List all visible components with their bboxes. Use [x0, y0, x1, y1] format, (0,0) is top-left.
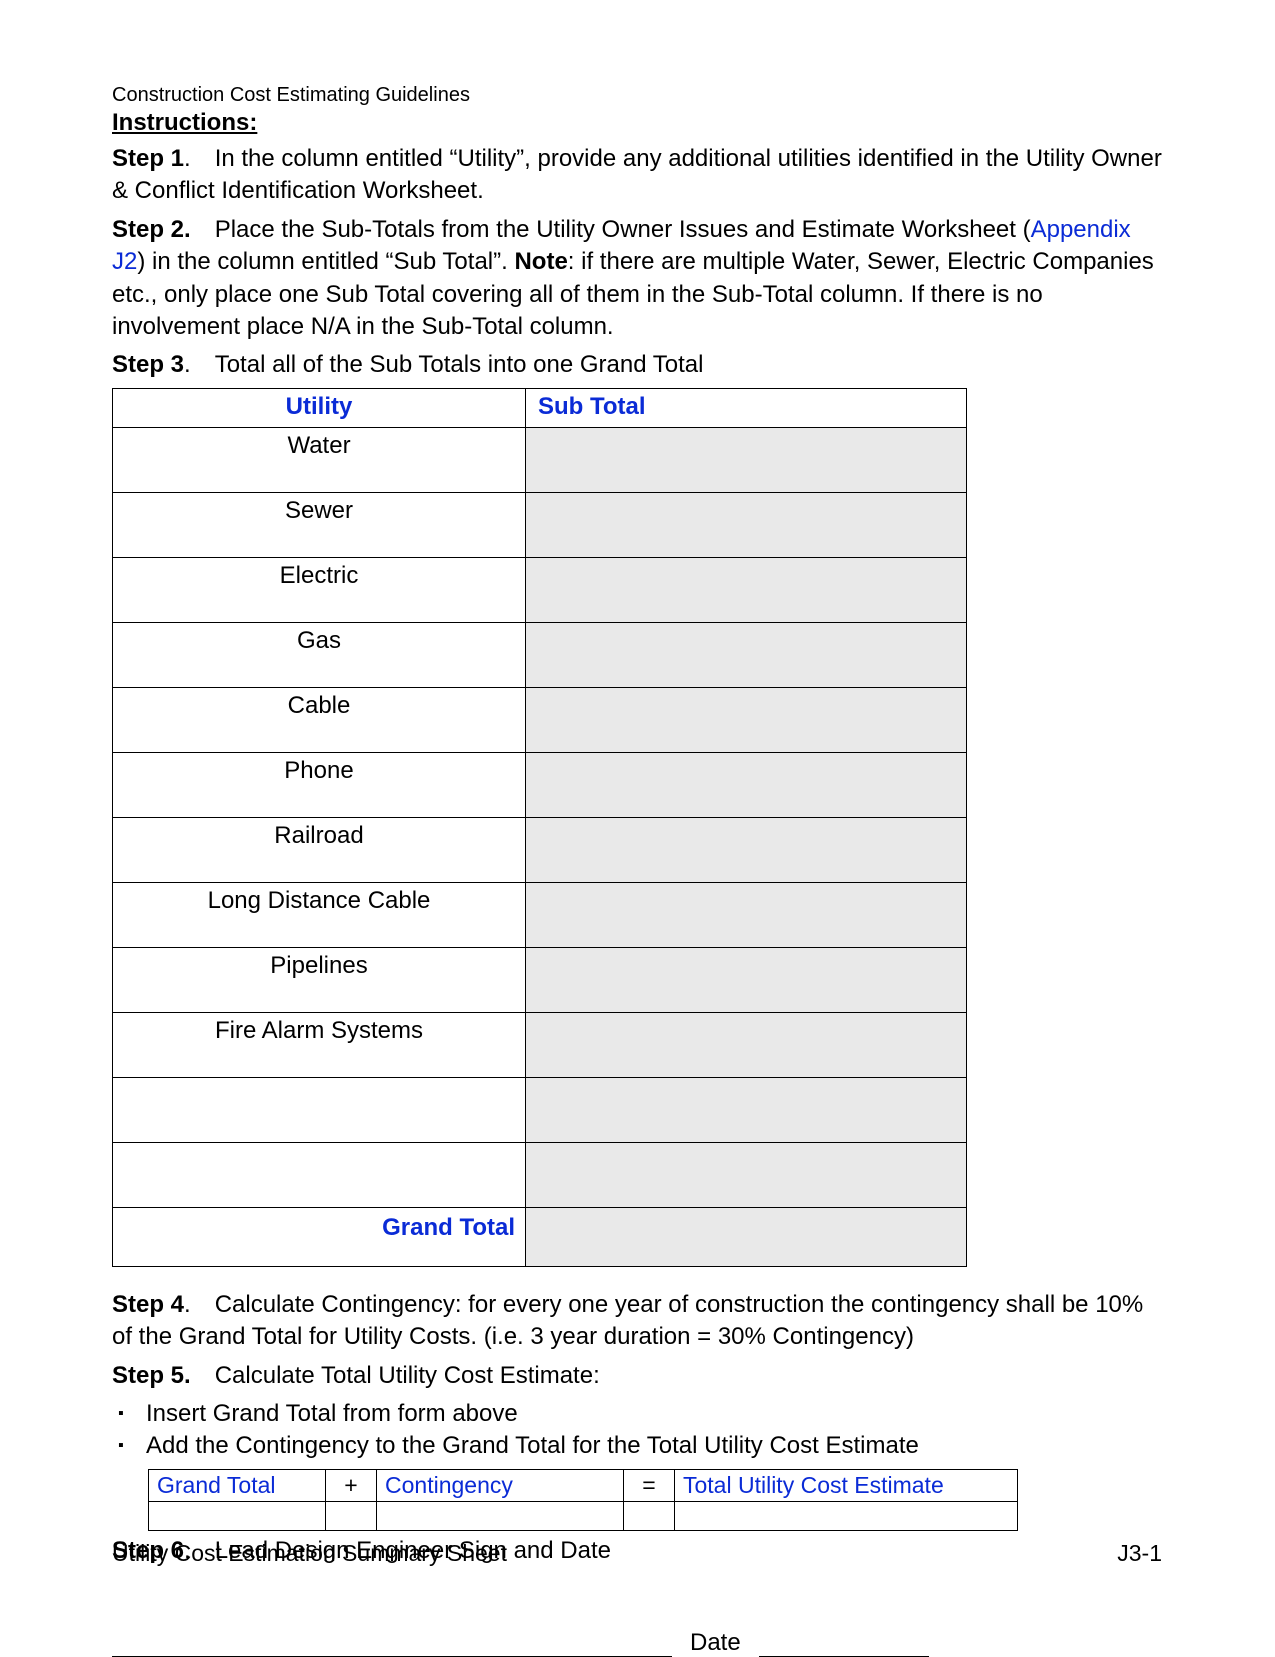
blank-cell — [624, 1501, 675, 1530]
signature-row: Date — [112, 1629, 1162, 1657]
subtotal-cell[interactable] — [526, 752, 967, 817]
step-5-label: Step 5. — [112, 1362, 191, 1389]
step-1-text: . In the column entitled “Utility”, prov… — [112, 145, 1162, 204]
step-2-label: Step 2. — [112, 216, 191, 243]
subtotal-cell[interactable] — [526, 882, 967, 947]
subtotal-cell[interactable] — [526, 1012, 967, 1077]
date-label: Date — [690, 1629, 741, 1657]
utility-name: Long Distance Cable — [113, 882, 526, 947]
step-3: Step 3. Total all of the Sub Totals into… — [112, 349, 1162, 381]
utility-subtotal-table: Utility Sub Total Water Sewer Electric G… — [112, 388, 967, 1267]
subtotal-cell[interactable] — [526, 557, 967, 622]
grand-total-label: Grand Total — [113, 1207, 526, 1266]
utility-name[interactable] — [113, 1142, 526, 1207]
subtotal-cell[interactable] — [526, 492, 967, 557]
subtotal-cell[interactable] — [526, 622, 967, 687]
step-3-text: . Total all of the Sub Totals into one G… — [184, 351, 703, 378]
document-header: Construction Cost Estimating Guidelines — [112, 84, 1162, 107]
bullet-item: Add the Contingency to the Grand Total f… — [112, 1430, 1162, 1462]
step-2: Step 2. Place the Sub-Totals from the Ut… — [112, 214, 1162, 344]
footer-page-number: J3-1 — [1117, 1540, 1162, 1567]
note-label: Note — [514, 248, 567, 275]
subtotal-cell[interactable] — [526, 817, 967, 882]
step-3-label: Step 3 — [112, 351, 184, 378]
calc-total-value[interactable] — [675, 1501, 1018, 1530]
col-header-subtotal: Sub Total — [526, 388, 967, 427]
calc-contingency-label: Contingency — [377, 1469, 624, 1501]
utility-name: Sewer — [113, 492, 526, 557]
subtotal-cell[interactable] — [526, 947, 967, 1012]
utility-name: Railroad — [113, 817, 526, 882]
grand-total-cell[interactable] — [526, 1207, 967, 1266]
plus-operator: + — [326, 1469, 377, 1501]
calc-contingency-value[interactable] — [377, 1501, 624, 1530]
step-4-label: Step 4 — [112, 1291, 184, 1318]
step-5-text: Calculate Total Utility Cost Estimate: — [191, 1362, 600, 1389]
step-5: Step 5. Calculate Total Utility Cost Est… — [112, 1360, 1162, 1392]
page-footer: Utility Cost Estimation Summary Sheet J3… — [112, 1540, 1162, 1567]
calculation-table: Grand Total + Contingency = Total Utilit… — [148, 1469, 1018, 1531]
utility-name[interactable] — [113, 1077, 526, 1142]
step-5-bullets: Insert Grand Total from form above Add t… — [112, 1398, 1162, 1463]
utility-name: Water — [113, 427, 526, 492]
calc-grand-total-label: Grand Total — [149, 1469, 326, 1501]
signature-line[interactable] — [112, 1634, 672, 1657]
utility-name: Electric — [113, 557, 526, 622]
bullet-item: Insert Grand Total from form above — [112, 1398, 1162, 1430]
step-2-text-b: ) in the column entitled “Sub Total”. — [137, 248, 514, 275]
equals-operator: = — [624, 1469, 675, 1501]
step-1-label: Step 1 — [112, 145, 184, 172]
step-4: Step 4. Calculate Contingency: for every… — [112, 1289, 1162, 1354]
calc-total-label: Total Utility Cost Estimate — [675, 1469, 1018, 1501]
date-line[interactable] — [759, 1634, 929, 1657]
utility-name: Gas — [113, 622, 526, 687]
calc-grand-total-value[interactable] — [149, 1501, 326, 1530]
subtotal-cell[interactable] — [526, 427, 967, 492]
utility-name: Phone — [113, 752, 526, 817]
step-4-text: . Calculate Contingency: for every one y… — [112, 1291, 1143, 1350]
utility-name: Pipelines — [113, 947, 526, 1012]
utility-name: Cable — [113, 687, 526, 752]
instructions-heading: Instructions: — [112, 109, 1162, 137]
subtotal-cell[interactable] — [526, 1142, 967, 1207]
utility-name: Fire Alarm Systems — [113, 1012, 526, 1077]
step-2-text-a: Place the Sub-Totals from the Utility Ow… — [191, 216, 1031, 243]
subtotal-cell[interactable] — [526, 687, 967, 752]
blank-cell — [326, 1501, 377, 1530]
step-1: Step 1. In the column entitled “Utility”… — [112, 143, 1162, 208]
footer-title: Utility Cost Estimation Summary Sheet — [112, 1540, 507, 1567]
col-header-utility: Utility — [113, 388, 526, 427]
subtotal-cell[interactable] — [526, 1077, 967, 1142]
